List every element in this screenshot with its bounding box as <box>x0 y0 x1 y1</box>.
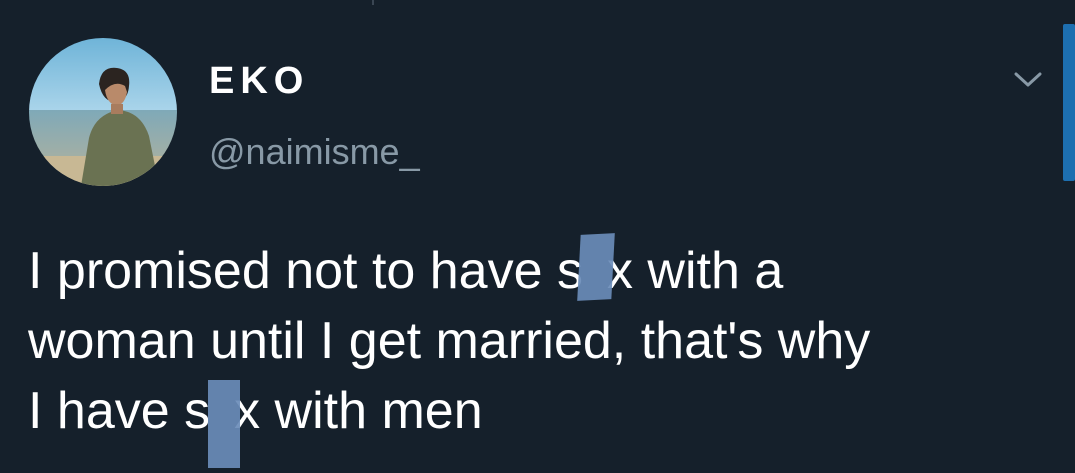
tweet-line-3: I have s x with men <box>28 376 1058 468</box>
user-handle[interactable]: @naimisme_ <box>209 130 420 174</box>
tweet-line-1: I promised not to have s x with a <box>28 233 1058 306</box>
tweet-text: I promised not to have s x with a woman u… <box>28 233 1058 468</box>
display-name[interactable]: EKO <box>209 58 309 104</box>
chevron-down-icon[interactable] <box>1010 64 1046 94</box>
redaction-tape <box>208 380 241 468</box>
scrollbar[interactable] <box>1063 24 1075 181</box>
tweet-text-segment: I promised not to have s <box>28 242 583 300</box>
redacted-letter <box>208 380 241 468</box>
avatar[interactable] <box>29 38 177 186</box>
tweet-text-segment: x with men <box>234 382 483 440</box>
tweet-text-segment: x with a <box>606 242 784 300</box>
redacted-letter <box>577 233 615 301</box>
tweet-screen: EKO @naimisme_ I promised not to have s x… <box>0 0 1075 473</box>
avatar-photo <box>29 38 177 186</box>
tweet-text-segment: I have s <box>28 382 211 440</box>
divider <box>372 0 374 5</box>
tweet-line-2: woman until I get married, that's why <box>28 312 871 370</box>
redaction-tape <box>577 233 615 301</box>
